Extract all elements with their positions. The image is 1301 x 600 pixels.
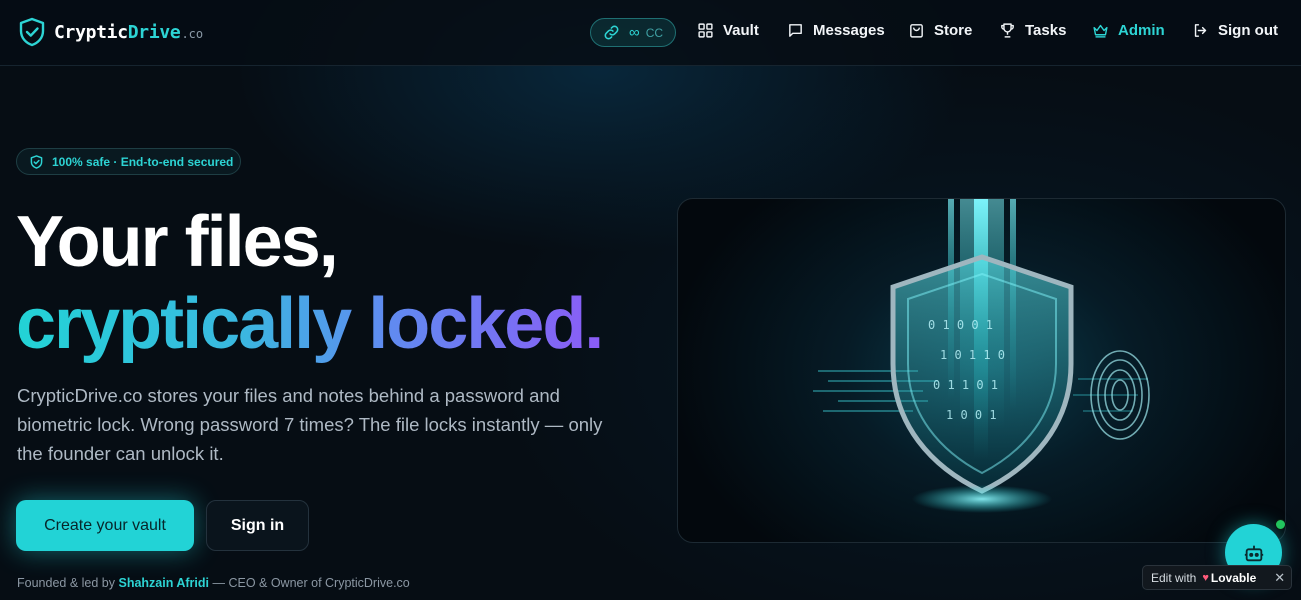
nav-tasks[interactable]: Tasks: [999, 22, 1066, 39]
nav-admin-label: Admin: [1118, 22, 1165, 39]
nav-sign-out[interactable]: Sign out: [1192, 22, 1278, 39]
nav-store-label: Store: [934, 22, 973, 39]
lovable-brand: Lovable: [1210, 570, 1257, 585]
connection-pill[interactable]: ∞ CC: [590, 18, 676, 47]
sign-out-icon: [1194, 24, 1207, 37]
store-icon: [910, 24, 923, 38]
svg-text:1 0 0 1: 1 0 0 1: [946, 408, 997, 422]
shield-check-icon: [19, 17, 45, 47]
robot-icon: [1244, 545, 1263, 561]
shield-check-icon: [30, 154, 43, 169]
svg-text:1 0 1 1 0: 1 0 1 1 0: [940, 348, 1005, 362]
top-navbar: CrypticDrive .co ∞ CC Vault Messages Sto…: [0, 0, 1301, 66]
brand-tld: .co: [181, 27, 204, 41]
lovable-heart-icon: ♥: [1202, 571, 1209, 584]
grid-icon: [698, 23, 713, 38]
edit-with-label: Edit with: [1151, 570, 1197, 585]
security-badge: 100% safe · End-to-end secured: [16, 148, 241, 175]
founder-credit: Founded & led by Shahzain Afridi — CEO &…: [17, 576, 410, 590]
nav-tasks-label: Tasks: [1025, 22, 1067, 39]
nav-store[interactable]: Store: [908, 22, 972, 39]
trophy-icon: [1001, 23, 1014, 38]
edit-with-lovable-widget[interactable]: Edit with ♥ Lovable ✕: [1142, 565, 1292, 590]
message-icon: [789, 24, 802, 37]
crown-icon: [1093, 24, 1108, 38]
nav-messages[interactable]: Messages: [787, 22, 885, 39]
create-vault-button[interactable]: Create your vault: [16, 500, 194, 551]
link-icon: [604, 25, 619, 40]
brand-logo-link[interactable]: CrypticDrive .co: [18, 17, 203, 47]
hero-description: CrypticDrive.co stores your files and no…: [17, 385, 603, 464]
shield-lock-illustration: 0 1 0 0 1 1 0 1 1 0 0 1 1 0 1 1 0 0 1: [813, 199, 1150, 513]
hero-headline-line2: cryptically locked.: [16, 284, 604, 364]
nav-messages-label: Messages: [813, 22, 885, 39]
nav-vault-label: Vault: [723, 22, 759, 39]
sign-in-button[interactable]: Sign in: [206, 500, 309, 551]
svg-text:0 1 0 0 1: 0 1 0 0 1: [928, 318, 993, 332]
nav-vault[interactable]: Vault: [697, 22, 759, 39]
badge-text: 100% safe · End-to-end secured: [52, 154, 234, 169]
hero-illustration: 0 1 0 0 1 1 0 1 1 0 0 1 1 0 1 1 0 0 1: [677, 198, 1286, 543]
online-status-dot: [1275, 519, 1286, 530]
close-icon[interactable]: ✕: [1274, 570, 1285, 586]
svg-text:0 1 1 0 1: 0 1 1 0 1: [933, 378, 998, 392]
hero-headline-line1: Your files,: [16, 202, 339, 282]
pill-label: CC: [645, 25, 664, 40]
infinity-symbol: ∞: [629, 24, 640, 41]
brand-name: CrypticDrive: [54, 21, 181, 43]
nav-admin[interactable]: Admin: [1092, 22, 1165, 39]
nav-sign-out-label: Sign out: [1218, 22, 1278, 39]
founder-prefix: Founded & led by: [17, 576, 115, 590]
founder-name: Shahzain Afridi: [118, 576, 209, 590]
founder-suffix: — CEO & Owner of CrypticDrive.co: [212, 576, 410, 590]
